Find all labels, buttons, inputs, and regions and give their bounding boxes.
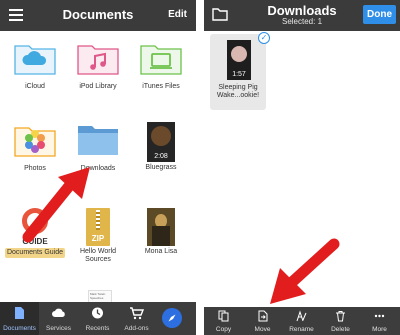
documents-icon [15,307,24,319]
documents-nav-bar: Documents Edit [0,0,196,31]
tab-add-ons[interactable]: Add-ons [117,302,156,335]
folder-photos[interactable]: Photos [4,122,66,173]
downloads-nav-bar: Downloads Selected: 1 Done [204,0,400,31]
video-thumbnail: 1:57 [227,40,251,80]
tab-documents[interactable]: Documents [0,302,39,335]
compass-icon [168,314,176,322]
annotation-arrow [270,238,340,304]
action-toolbar: Copy Move Rename Delete More [204,307,400,335]
panel-divider [196,0,204,335]
copy-button[interactable]: Copy [204,307,243,335]
documents-screen: Documents Edit iCloud iPod Library iTune… [0,0,196,335]
file-documents-guide[interactable]: GUIDE Documents Guide [4,208,66,258]
folder-label: Photos [24,165,46,172]
downloads-folder-icon [78,126,118,155]
selected-file-card[interactable]: 1:57 Sleeping Pig Wake...ookie! ✓ [210,32,270,110]
folder-label: iTunes Files [142,83,180,90]
tab-services[interactable]: Services [39,302,78,335]
guide-badge: GUIDE [22,237,48,246]
photos-folder-icon [14,127,56,157]
toolbar-label: Rename [289,326,314,333]
toolbar-label: Copy [215,326,232,333]
icloud-folder-icon [14,45,56,75]
tab-label: Services [46,325,71,332]
delete-button[interactable]: Delete [321,307,360,335]
folder-icloud[interactable]: iCloud [4,40,66,91]
music-folder-icon [77,45,119,75]
cloud-icon [52,308,65,317]
page-title: Documents [62,7,134,22]
tab-label: Add-ons [124,325,149,332]
image-thumbnail [147,208,175,246]
rename-icon [296,310,307,322]
checkmark-icon: ✓ [258,32,270,44]
file-label: Documents Guide [4,248,66,258]
zip-icon: ZIP [86,208,110,246]
file-label: Mona Lisa [144,248,178,255]
guide-icon: GUIDE [16,208,54,246]
toolbar-label: Delete [331,326,350,333]
itunes-folder-icon [140,45,182,75]
video-thumbnail: 2:08 [147,122,175,162]
folder-downloads[interactable]: Downloads [67,122,129,173]
tab-label: Recents [85,325,110,332]
move-icon [258,310,268,322]
file-label: Hello World Sources [79,248,117,263]
bottom-tab-bar: Documents Services Recents Add-ons [0,302,196,335]
file-mona-lisa[interactable]: Mona Lisa [130,208,192,256]
video-duration-badge: 2:08 [154,153,168,160]
document-thumbnail-text: Mark Twain Speeches [90,292,106,300]
file-hello-world-sources[interactable]: ZIP Hello World Sources [67,208,129,264]
trash-icon [336,311,345,322]
tab-recents[interactable]: Recents [78,302,117,335]
folder-itunes-files[interactable]: iTunes Files [130,40,192,91]
toolbar-label: Move [254,326,271,333]
zip-badge: ZIP [91,234,105,243]
move-button[interactable]: Move [243,307,282,335]
more-button[interactable]: More [360,307,399,335]
folder-label: Downloads [80,165,116,172]
edit-button[interactable]: Edit [168,9,187,20]
file-label: Bluegrass [145,164,177,171]
downloads-screen: Downloads Selected: 1 Done 1:57 Sleeping… [204,0,400,335]
file-label: Sleeping Pig Wake...ookie! [216,84,260,99]
cart-icon [130,307,144,320]
done-button[interactable]: Done [363,5,396,24]
copy-icon [218,310,229,322]
screenshot-root: Documents Edit iCloud iPod Library iTune… [0,0,400,335]
more-icon [374,314,385,318]
toolbar-label: More [372,326,387,333]
tab-label: Documents [3,325,36,332]
file-bluegrass[interactable]: 2:08 Bluegrass [130,122,192,172]
browser-compass-button[interactable] [162,308,182,328]
video-duration-badge: 1:57 [232,71,246,78]
rename-button[interactable]: Rename [282,307,321,335]
clock-icon [92,307,103,319]
folder-label: iPod Library [79,83,117,90]
folder-ipod-library[interactable]: iPod Library [67,40,129,91]
folder-label: iCloud [25,83,45,90]
